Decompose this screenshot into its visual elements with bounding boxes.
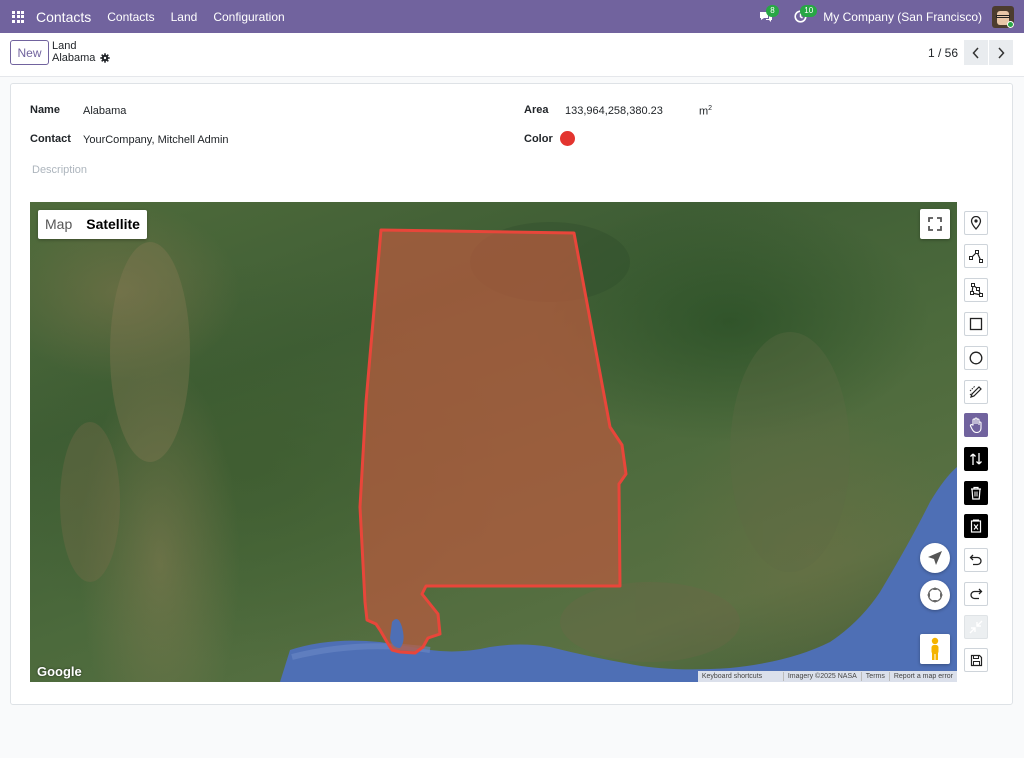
area-field[interactable]: 133,964,258,380.23 <box>565 105 663 117</box>
marker-icon <box>970 216 982 230</box>
chevron-left-icon <box>972 46 979 59</box>
my-location-button[interactable] <box>920 543 950 573</box>
map-type-satellite-button[interactable]: Satellite <box>79 210 147 239</box>
apps-grid-icon <box>12 10 24 23</box>
pager-value[interactable]: 1 / 56 <box>928 46 958 60</box>
compass-icon <box>927 587 943 603</box>
color-label: Color <box>524 133 553 145</box>
imagery-credit: Imagery ©2025 NASA <box>782 672 861 681</box>
map-attribution: Keyboard shortcuts Imagery ©2025 NASA Te… <box>697 671 957 682</box>
pager-next-button[interactable] <box>989 40 1013 65</box>
circle-icon <box>969 351 983 365</box>
google-logo: Google <box>37 664 82 679</box>
save-drawing-button[interactable] <box>964 648 988 672</box>
description-field[interactable]: Description <box>32 164 87 176</box>
pager-previous-button[interactable] <box>964 40 988 65</box>
street-view-pegman[interactable] <box>920 634 950 664</box>
area-unit: m2 <box>699 105 713 118</box>
breadcrumb-current: Alabama <box>52 52 96 64</box>
navigation-arrow-icon <box>928 551 942 565</box>
recenter-button[interactable] <box>920 580 950 610</box>
color-swatch[interactable] <box>560 131 575 146</box>
menu-configuration[interactable]: Configuration <box>213 10 284 24</box>
user-avatar[interactable] <box>992 5 1014 28</box>
undo-button[interactable] <box>964 548 988 572</box>
land-boundary-polygon <box>358 228 628 655</box>
edit-layers-button[interactable] <box>964 380 988 404</box>
menu-land[interactable]: Land <box>171 10 198 24</box>
name-label: Name <box>30 104 60 116</box>
map-imagery <box>60 222 957 682</box>
name-field[interactable]: Alabama <box>83 105 126 117</box>
company-switcher[interactable]: My Company (San Francisco) <box>823 10 982 24</box>
collapse-button[interactable] <box>964 615 988 639</box>
draw-rectangle-button[interactable] <box>964 312 988 336</box>
top-navbar: Contacts Contacts Land Configuration 8 1… <box>0 0 1024 33</box>
map-type-control: Map Satellite <box>38 210 147 239</box>
activities-count-badge: 10 <box>800 5 818 17</box>
draw-polygon-button[interactable] <box>964 278 988 302</box>
clear-icon <box>970 519 982 533</box>
app-name[interactable]: Contacts <box>36 9 91 25</box>
gear-icon[interactable] <box>100 53 111 63</box>
report-error-link[interactable]: Report a map error <box>888 672 957 681</box>
apps-menu-button[interactable] <box>0 0 36 33</box>
messages-count-badge: 8 <box>766 5 779 17</box>
hand-icon <box>969 417 982 433</box>
draw-marker-button[interactable] <box>964 211 988 235</box>
collapse-icon <box>969 620 983 634</box>
trash-icon <box>971 486 981 500</box>
drag-mode-button[interactable] <box>964 413 988 437</box>
menu-contacts[interactable]: Contacts <box>107 10 154 24</box>
redo-button[interactable] <box>964 582 988 606</box>
rectangle-icon <box>969 317 983 331</box>
contact-field[interactable]: YourCompany, Mitchell Admin <box>83 134 229 146</box>
cut-move-button[interactable] <box>964 447 988 471</box>
fullscreen-icon <box>928 217 942 231</box>
contact-label: Contact <box>30 133 71 145</box>
save-icon <box>970 654 982 666</box>
breadcrumb-parent[interactable]: Land <box>52 40 110 52</box>
control-panel: New Land Alabama 1 / 56 <box>0 33 1024 77</box>
messages-button[interactable]: 8 <box>749 0 783 33</box>
redo-icon <box>970 588 983 600</box>
breadcrumb: Land Alabama <box>52 40 111 64</box>
fullscreen-button[interactable] <box>920 209 950 239</box>
polyline-icon <box>969 250 983 263</box>
area-label: Area <box>524 104 549 116</box>
activities-button[interactable]: 10 <box>783 0 818 33</box>
online-status-icon <box>1007 20 1014 28</box>
pegman-icon <box>931 637 939 660</box>
terms-link[interactable]: Terms <box>860 672 889 681</box>
chevron-right-icon <box>998 46 1005 59</box>
undo-icon <box>969 554 982 566</box>
move-vertices-icon <box>970 453 982 465</box>
draw-polyline-button[interactable] <box>964 244 988 268</box>
edit-pen-icon <box>969 385 982 398</box>
keyboard-shortcuts-link[interactable]: Keyboard shortcuts <box>698 672 783 681</box>
polygon-icon <box>970 283 983 297</box>
clear-all-button[interactable] <box>964 514 988 538</box>
new-button[interactable]: New <box>10 40 49 65</box>
delete-layer-button[interactable] <box>964 481 988 505</box>
map-view[interactable]: Map Satellite Google Keyboard shortcuts … <box>30 202 957 682</box>
map-type-map-button[interactable]: Map <box>38 210 79 239</box>
draw-circle-button[interactable] <box>964 346 988 370</box>
